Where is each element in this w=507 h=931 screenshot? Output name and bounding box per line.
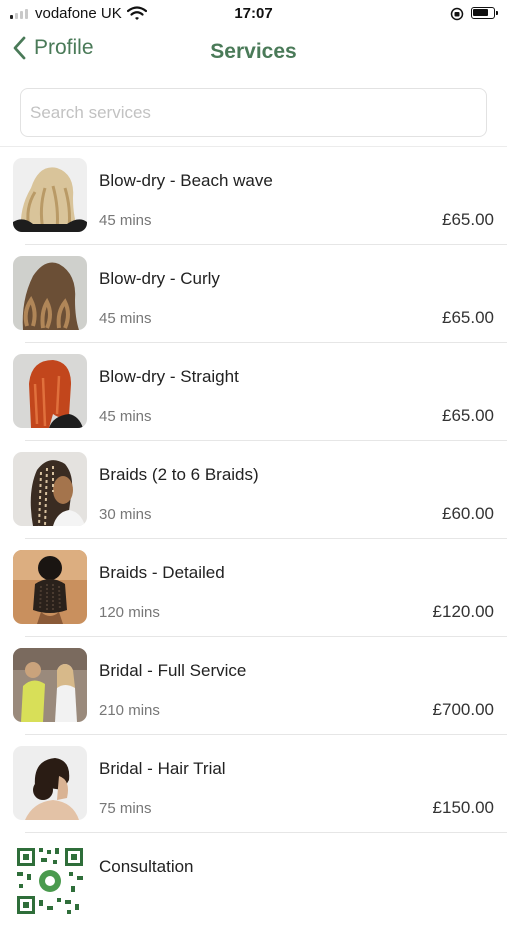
qr-code-icon xyxy=(13,844,87,918)
service-name: Blow-dry - Straight xyxy=(99,367,239,386)
service-duration: 45 mins xyxy=(99,310,152,327)
bridal-styling-photo-icon xyxy=(13,648,87,722)
orientation-lock-icon xyxy=(450,7,464,21)
status-bar: vodafone UK 17:07 xyxy=(0,0,507,28)
service-row[interactable]: Bridal - Hair Trial 75 mins £150.00 xyxy=(0,735,507,833)
service-price: £65.00 xyxy=(442,308,494,327)
blonde-waves-photo-icon xyxy=(13,158,87,232)
service-duration: 75 mins xyxy=(99,800,152,817)
braids-side-photo-icon xyxy=(13,452,87,526)
service-row[interactable]: Blow-dry - Beach wave 45 mins £65.00 xyxy=(0,147,507,245)
page-title: Services xyxy=(210,40,297,63)
service-thumbnail xyxy=(13,844,87,918)
service-name: Bridal - Full Service xyxy=(99,661,247,680)
service-thumbnail xyxy=(13,746,87,820)
service-thumbnail xyxy=(13,256,87,330)
service-duration: 210 mins xyxy=(99,702,160,719)
service-price: £60.00 xyxy=(442,504,494,523)
service-price: £700.00 xyxy=(432,700,494,719)
status-time: 17:07 xyxy=(234,5,273,22)
service-thumbnail xyxy=(13,158,87,232)
red-straight-hair-photo-icon xyxy=(13,354,87,428)
battery-icon xyxy=(471,7,498,19)
service-name: Braids - Detailed xyxy=(99,563,225,582)
brunette-curls-photo-icon xyxy=(13,256,87,330)
service-thumbnail xyxy=(13,452,87,526)
bridal-bun-photo-icon xyxy=(13,746,87,820)
service-name: Blow-dry - Curly xyxy=(99,269,220,288)
braided-updo-photo-icon xyxy=(13,550,87,624)
service-duration: 30 mins xyxy=(99,506,152,523)
service-name: Braids (2 to 6 Braids) xyxy=(99,465,259,484)
service-duration: 45 mins xyxy=(99,408,152,425)
service-name: Bridal - Hair Trial xyxy=(99,759,226,778)
service-row[interactable]: Blow-dry - Straight 45 mins £65.00 xyxy=(0,343,507,441)
service-thumbnail xyxy=(13,648,87,722)
service-price: £65.00 xyxy=(442,210,494,229)
service-name: Blow-dry - Beach wave xyxy=(99,171,273,190)
service-thumbnail xyxy=(13,550,87,624)
navigation-bar: Profile Services xyxy=(0,30,507,76)
service-thumbnail xyxy=(13,354,87,428)
service-row[interactable]: Braids - Detailed 120 mins £120.00 xyxy=(0,539,507,637)
service-row[interactable]: Braids (2 to 6 Braids) 30 mins £60.00 xyxy=(0,441,507,539)
service-row[interactable]: Blow-dry - Curly 45 mins £65.00 xyxy=(0,245,507,343)
service-row[interactable]: Bridal - Full Service 210 mins £700.00 xyxy=(0,637,507,735)
service-price: £150.00 xyxy=(432,798,494,817)
search-input[interactable] xyxy=(20,88,487,137)
service-duration: 120 mins xyxy=(99,604,160,621)
service-duration: 45 mins xyxy=(99,212,152,229)
service-name: Consultation xyxy=(99,857,194,876)
service-row[interactable]: Consultation xyxy=(0,833,507,931)
service-price: £65.00 xyxy=(442,406,494,425)
services-list[interactable]: Blow-dry - Beach wave 45 mins £65.00 Blo… xyxy=(0,147,507,931)
service-price: £120.00 xyxy=(432,602,494,621)
